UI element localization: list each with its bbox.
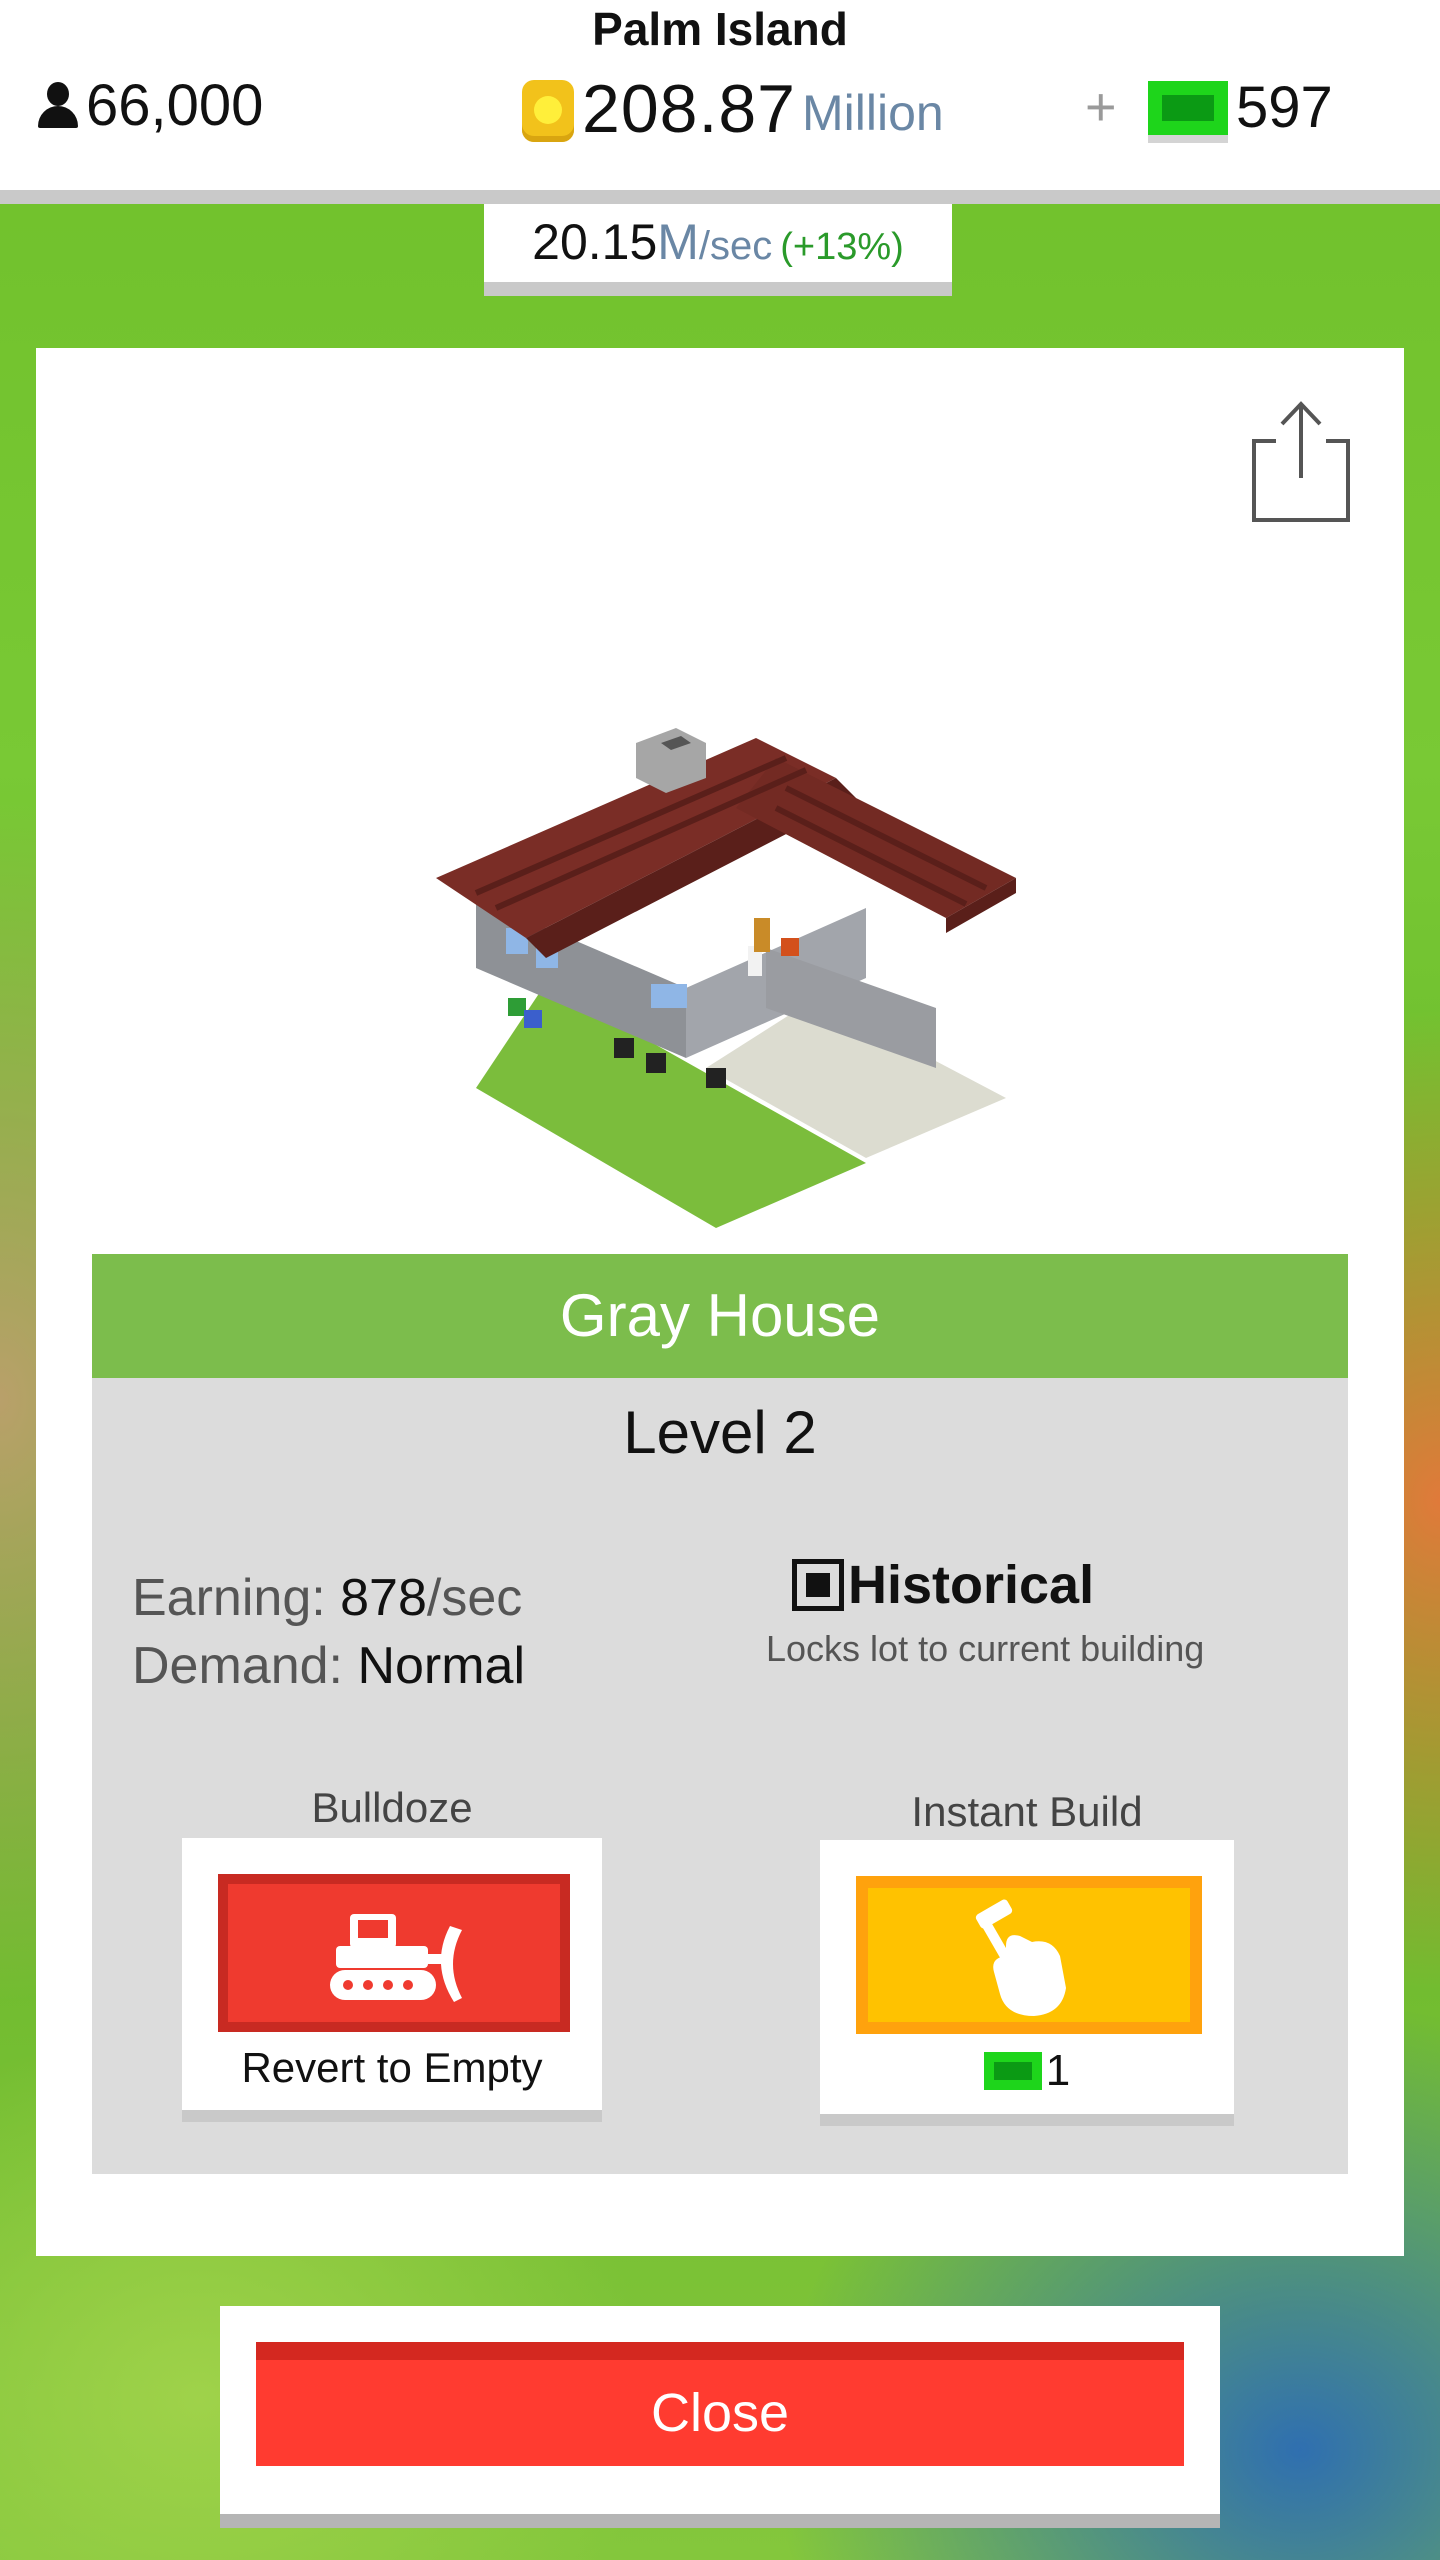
historical-row[interactable]: Historical — [792, 1554, 1094, 1616]
income-rate-tab: 20.15M/sec (+13%) — [484, 204, 952, 296]
hammer-hand-icon — [975, 1899, 1066, 2016]
cash-counter[interactable]: 597 — [1148, 74, 1333, 141]
earning-row: Earning: 878/sec — [132, 1564, 525, 1632]
building-stats: Earning: 878/sec Demand: Normal — [132, 1564, 525, 1700]
cash-icon — [983, 2052, 1042, 2090]
historical-toggle[interactable]: Historical Locks lot to current building — [766, 1554, 1204, 1669]
top-status-bar: Palm Island 66,000 208.87 Million + 597 — [0, 0, 1440, 204]
population-counter: 66,000 — [36, 72, 263, 139]
island-name: Palm Island — [592, 3, 848, 55]
historical-description: Locks lot to current building — [766, 1628, 1205, 1669]
building-detail-card: Gray House Level 2 Earning: 878/sec Dema… — [36, 348, 1404, 2256]
historical-checkbox[interactable] — [792, 1559, 844, 1611]
building-name: Gray House — [92, 1254, 1348, 1378]
gray-house-image — [436, 728, 1016, 1228]
historical-label: Historical — [848, 1555, 1095, 1615]
building-info-panel: Gray House Level 2 Earning: 878/sec Dema… — [92, 1254, 1348, 2174]
instant-build-cost-value: 1 — [1045, 2046, 1071, 2095]
rate-unit-sec: /sec — [698, 224, 773, 268]
share-button[interactable] — [1246, 396, 1356, 526]
cash-icon — [1148, 80, 1228, 135]
share-icon — [1252, 401, 1350, 522]
coins-counter: 208.87 Million — [522, 70, 944, 148]
instant-build-card[interactable]: 1 — [820, 1840, 1234, 2114]
bulldoze-label: Revert to Empty — [241, 2044, 543, 2091]
building-level: Level 2 — [623, 1399, 817, 1466]
coin-icon — [522, 80, 574, 142]
rate-unit-m: M — [657, 214, 699, 270]
earning-unit: /sec — [426, 1569, 523, 1627]
instant-build-cost: 1 — [820, 2046, 1234, 2096]
close-frame: Close — [220, 2306, 1220, 2514]
bulldoze-card[interactable]: Revert to Empty — [182, 1838, 602, 2110]
bulldoze-button[interactable] — [218, 1874, 570, 2032]
coins-unit: Million — [801, 85, 944, 141]
cash-value: 597 — [1236, 75, 1333, 140]
coins-value: 208.87 — [582, 71, 796, 147]
population-value: 66,000 — [86, 73, 264, 138]
demand-row: Demand: Normal — [132, 1632, 525, 1700]
person-icon — [36, 81, 80, 130]
close-button[interactable]: Close — [256, 2342, 1184, 2466]
earning-label: Earning: — [132, 1569, 326, 1627]
bulldoze-title: Bulldoze — [311, 1784, 473, 1831]
buy-cash-button[interactable]: + — [1085, 76, 1117, 138]
instant-build-button[interactable] — [856, 1876, 1202, 2034]
bulldozer-icon — [330, 1914, 462, 2002]
rate-value: 20.15 — [532, 214, 658, 270]
demand-label: Demand: — [132, 1637, 343, 1695]
earning-value: 878 — [340, 1569, 427, 1627]
rate-bonus: (+13%) — [780, 226, 904, 268]
instant-build-title: Instant Build — [911, 1788, 1143, 1835]
demand-value: Normal — [357, 1637, 526, 1695]
